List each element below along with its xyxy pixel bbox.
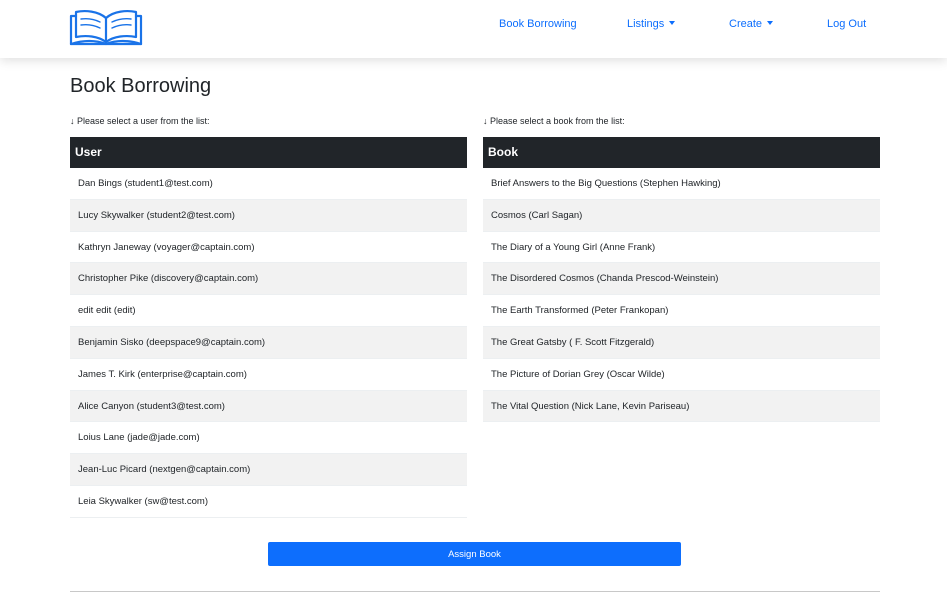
book-row[interactable]: The Disordered Cosmos (Chanda Prescod-We… bbox=[483, 263, 880, 296]
user-row[interactable]: Lucy Skywalker (student2@test.com) bbox=[70, 199, 467, 232]
assign-book-button[interactable]: Assign Book bbox=[268, 542, 681, 566]
user-row[interactable]: Benjamin Sisko (deepspace9@captain.com) bbox=[70, 326, 467, 359]
book-row[interactable]: The Diary of a Young Girl (Anne Frank) bbox=[483, 232, 880, 264]
user-row[interactable]: Alice Canyon (student3@test.com) bbox=[70, 390, 467, 423]
user-row[interactable]: Loius Lane (jade@jade.com) bbox=[70, 422, 467, 455]
user-table: User Dan Bings (student1@test.com) Lucy … bbox=[70, 137, 467, 518]
user-column-header[interactable]: User bbox=[70, 137, 467, 168]
book-row[interactable]: The Vital Question (Nick Lane, Kevin Par… bbox=[483, 390, 880, 423]
nav-create-dropdown[interactable]: Create bbox=[729, 17, 774, 31]
book-row[interactable]: Brief Answers to the Big Questions (Step… bbox=[483, 168, 880, 200]
book-row[interactable]: The Picture of Dorian Grey (Oscar Wilde) bbox=[483, 359, 880, 391]
user-row[interactable]: James T. Kirk (enterprise@captain.com) bbox=[70, 359, 467, 391]
nav-listings-dropdown[interactable]: Listings bbox=[627, 17, 676, 31]
book-table: Book Brief Answers to the Big Questions … bbox=[483, 137, 880, 423]
user-row[interactable]: Leia Skywalker (sw@test.com) bbox=[70, 486, 467, 518]
user-table-body: Dan Bings (student1@test.com) Lucy Skywa… bbox=[70, 168, 467, 518]
user-row[interactable]: Dan Bings (student1@test.com) bbox=[70, 168, 467, 200]
nav-log-out[interactable]: Log Out bbox=[827, 17, 866, 31]
book-select-hint: ↓ Please select a book from the list: bbox=[483, 116, 625, 126]
user-row[interactable]: Jean-Luc Picard (nextgen@captain.com) bbox=[70, 454, 467, 486]
nav-book-borrowing[interactable]: Book Borrowing bbox=[499, 17, 577, 31]
book-row[interactable]: The Great Gatsby ( F. Scott Fitzgerald) bbox=[483, 326, 880, 359]
book-column-header[interactable]: Book bbox=[483, 137, 880, 168]
page-title: Book Borrowing bbox=[70, 75, 212, 97]
nav-create-label: Create bbox=[729, 18, 763, 30]
book-row[interactable]: Cosmos (Carl Sagan) bbox=[483, 199, 880, 232]
user-row[interactable]: Kathryn Janeway (voyager@captain.com) bbox=[70, 232, 467, 264]
open-book-icon[interactable] bbox=[69, 7, 144, 47]
top-navbar: Book Borrowing Listings Create Log Out bbox=[0, 0, 947, 58]
user-select-hint: ↓ Please select a user from the list: bbox=[70, 116, 210, 126]
book-row[interactable]: The Earth Transformed (Peter Frankopan) bbox=[483, 295, 880, 327]
footer-divider bbox=[70, 591, 880, 592]
user-row[interactable]: edit edit (edit) bbox=[70, 295, 467, 327]
user-row[interactable]: Christopher Pike (discovery@captain.com) bbox=[70, 263, 467, 296]
chevron-down-icon bbox=[669, 21, 676, 25]
book-table-body: Brief Answers to the Big Questions (Step… bbox=[483, 168, 880, 423]
nav-listings-label: Listings bbox=[627, 18, 665, 30]
chevron-down-icon bbox=[767, 21, 774, 25]
